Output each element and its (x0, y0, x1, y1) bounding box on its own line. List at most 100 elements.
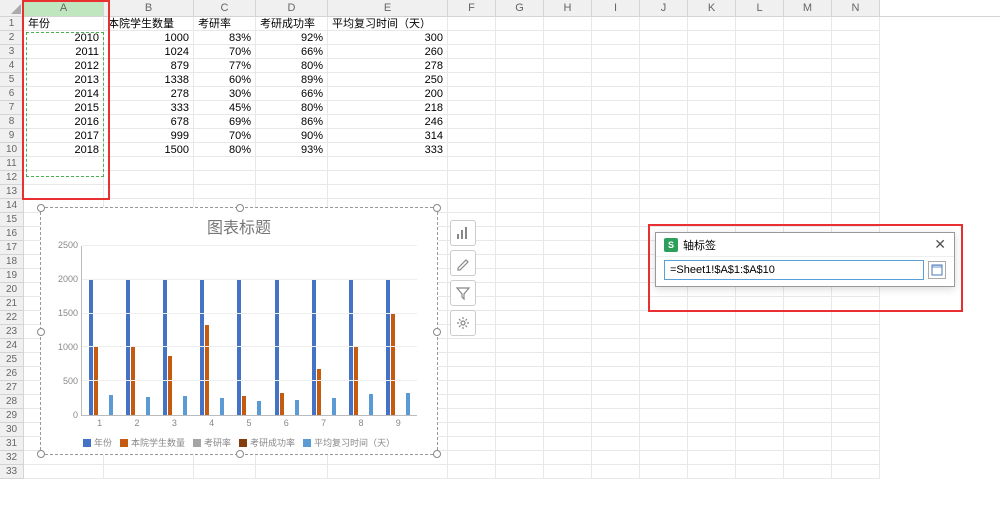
cell[interactable]: 考研成功率 (256, 17, 328, 31)
cell[interactable]: 2018 (24, 143, 104, 157)
cell[interactable] (592, 325, 640, 339)
cell[interactable] (688, 325, 736, 339)
cell[interactable] (736, 157, 784, 171)
cell[interactable] (496, 157, 544, 171)
cell[interactable] (592, 87, 640, 101)
row-header-28[interactable]: 28 (0, 395, 24, 409)
cell[interactable] (24, 157, 104, 171)
bar[interactable] (295, 400, 299, 415)
cell[interactable] (832, 115, 880, 129)
column-header-I[interactable]: I (592, 0, 640, 16)
dialog-header[interactable]: S 轴标签 ✕ (656, 233, 954, 256)
cell[interactable] (784, 73, 832, 87)
cell[interactable] (592, 199, 640, 213)
cell[interactable]: 999 (104, 129, 194, 143)
cell[interactable] (784, 45, 832, 59)
cell[interactable] (448, 157, 496, 171)
cell[interactable] (688, 115, 736, 129)
row-header-14[interactable]: 14 (0, 199, 24, 213)
cell[interactable] (544, 227, 592, 241)
cell[interactable] (24, 465, 104, 479)
cell[interactable] (640, 311, 688, 325)
cell[interactable] (544, 367, 592, 381)
cell[interactable] (104, 465, 194, 479)
cell[interactable] (496, 311, 544, 325)
cell[interactable] (256, 171, 328, 185)
cell[interactable] (688, 17, 736, 31)
cell[interactable] (640, 185, 688, 199)
cell[interactable] (496, 17, 544, 31)
cell[interactable] (448, 409, 496, 423)
cell[interactable] (736, 45, 784, 59)
cell[interactable] (496, 241, 544, 255)
cell[interactable] (592, 353, 640, 367)
cell[interactable] (784, 325, 832, 339)
cell[interactable] (448, 367, 496, 381)
cell[interactable] (448, 465, 496, 479)
cell[interactable] (496, 381, 544, 395)
cell[interactable] (736, 213, 784, 227)
cell[interactable] (592, 31, 640, 45)
cell[interactable] (736, 129, 784, 143)
cell[interactable] (832, 73, 880, 87)
cell[interactable] (688, 59, 736, 73)
cell[interactable]: 278 (328, 59, 448, 73)
cell[interactable] (496, 325, 544, 339)
row-header-10[interactable]: 10 (0, 143, 24, 157)
cell[interactable] (544, 423, 592, 437)
resize-handle[interactable] (433, 204, 441, 212)
cell[interactable]: 30% (194, 87, 256, 101)
bar[interactable] (146, 397, 150, 415)
cell[interactable] (448, 353, 496, 367)
cell[interactable] (688, 465, 736, 479)
cell[interactable] (496, 31, 544, 45)
cell[interactable] (496, 73, 544, 87)
cell[interactable] (736, 171, 784, 185)
resize-handle[interactable] (37, 204, 45, 212)
cell[interactable] (832, 297, 880, 311)
cell[interactable] (544, 45, 592, 59)
cell[interactable] (640, 143, 688, 157)
cell[interactable] (640, 353, 688, 367)
cell[interactable] (832, 31, 880, 45)
cell[interactable] (640, 17, 688, 31)
row-header-5[interactable]: 5 (0, 73, 24, 87)
bar[interactable] (369, 394, 373, 415)
cell[interactable] (784, 311, 832, 325)
cell[interactable] (736, 423, 784, 437)
row-header-31[interactable]: 31 (0, 437, 24, 451)
cell[interactable] (688, 213, 736, 227)
cell[interactable] (832, 199, 880, 213)
resize-handle[interactable] (433, 450, 441, 458)
cell[interactable] (448, 101, 496, 115)
cell[interactable] (448, 129, 496, 143)
cell[interactable]: 93% (256, 143, 328, 157)
cell[interactable] (194, 157, 256, 171)
cell[interactable]: 1500 (104, 143, 194, 157)
cell[interactable] (496, 45, 544, 59)
cell[interactable] (592, 241, 640, 255)
embedded-chart[interactable]: 图表标题 05001000150020002500 123456789 年份本院… (40, 207, 438, 455)
cell[interactable]: 1024 (104, 45, 194, 59)
collapse-dialog-button[interactable] (928, 261, 946, 279)
column-header-H[interactable]: H (544, 0, 592, 16)
cell[interactable] (592, 395, 640, 409)
cell[interactable]: 200 (328, 87, 448, 101)
row-header-25[interactable]: 25 (0, 353, 24, 367)
cell[interactable] (688, 297, 736, 311)
cell[interactable] (640, 171, 688, 185)
cell[interactable] (784, 213, 832, 227)
bar[interactable] (183, 396, 187, 415)
cell[interactable] (688, 171, 736, 185)
cell[interactable] (736, 73, 784, 87)
cell[interactable] (784, 423, 832, 437)
cell[interactable] (784, 199, 832, 213)
cell[interactable] (544, 465, 592, 479)
cell[interactable] (832, 339, 880, 353)
bar[interactable] (257, 401, 261, 415)
cell[interactable] (688, 87, 736, 101)
cell[interactable] (688, 101, 736, 115)
cell[interactable] (688, 409, 736, 423)
cell[interactable] (736, 367, 784, 381)
cell[interactable] (736, 325, 784, 339)
